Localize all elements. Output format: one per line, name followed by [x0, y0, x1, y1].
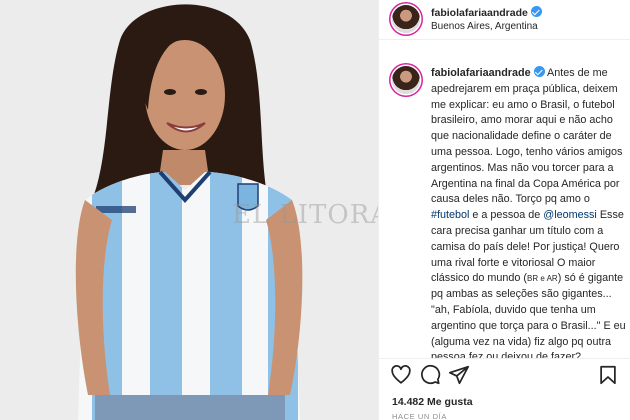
hashtag-link[interactable]: #futebol [431, 209, 469, 221]
action-bar: 14.482 Me gusta HACE UN DÍA [379, 358, 630, 420]
avatar[interactable] [392, 5, 420, 33]
caption-small-caps: BR e AR [527, 274, 558, 284]
post-timestamp[interactable]: HACE UN DÍA [392, 412, 447, 420]
instagram-post: EL LITORAL fabiolafariaandrade Buenos Ai… [0, 0, 630, 420]
caption-text-1: Antes de me apedrejarem em praça pública… [431, 67, 623, 206]
mention-link[interactable]: @leomessi [543, 209, 597, 221]
caption-avatar[interactable] [392, 66, 420, 94]
caption-text-4: ) só é gigante pq ambas as seleções são … [431, 272, 626, 363]
comment-icon[interactable] [419, 364, 441, 386]
header-username-row[interactable]: fabiolafariaandrade [431, 6, 542, 19]
heart-icon[interactable] [390, 364, 412, 386]
location-link[interactable]: Buenos Aires, Argentina [431, 21, 538, 32]
caption-text-2: e a pessoa de [469, 209, 544, 222]
share-icon[interactable] [448, 364, 470, 386]
likes-count[interactable]: 14.482 Me gusta [392, 396, 473, 408]
verified-badge-icon [533, 66, 545, 77]
verified-badge-icon [530, 6, 542, 17]
photo-watermark: EL LITORAL [232, 200, 378, 230]
caption: fabiolafariaandrade Antes de me apedreja… [431, 66, 626, 366]
header-username[interactable]: fabiolafariaandrade [431, 7, 528, 19]
post-photo[interactable]: EL LITORAL [0, 0, 378, 420]
caption-username[interactable]: fabiolafariaandrade [431, 67, 531, 79]
post-header: fabiolafariaandrade Buenos Aires, Argent… [379, 0, 630, 40]
bookmark-icon[interactable] [597, 364, 619, 386]
post-side-panel: fabiolafariaandrade Buenos Aires, Argent… [378, 0, 630, 420]
